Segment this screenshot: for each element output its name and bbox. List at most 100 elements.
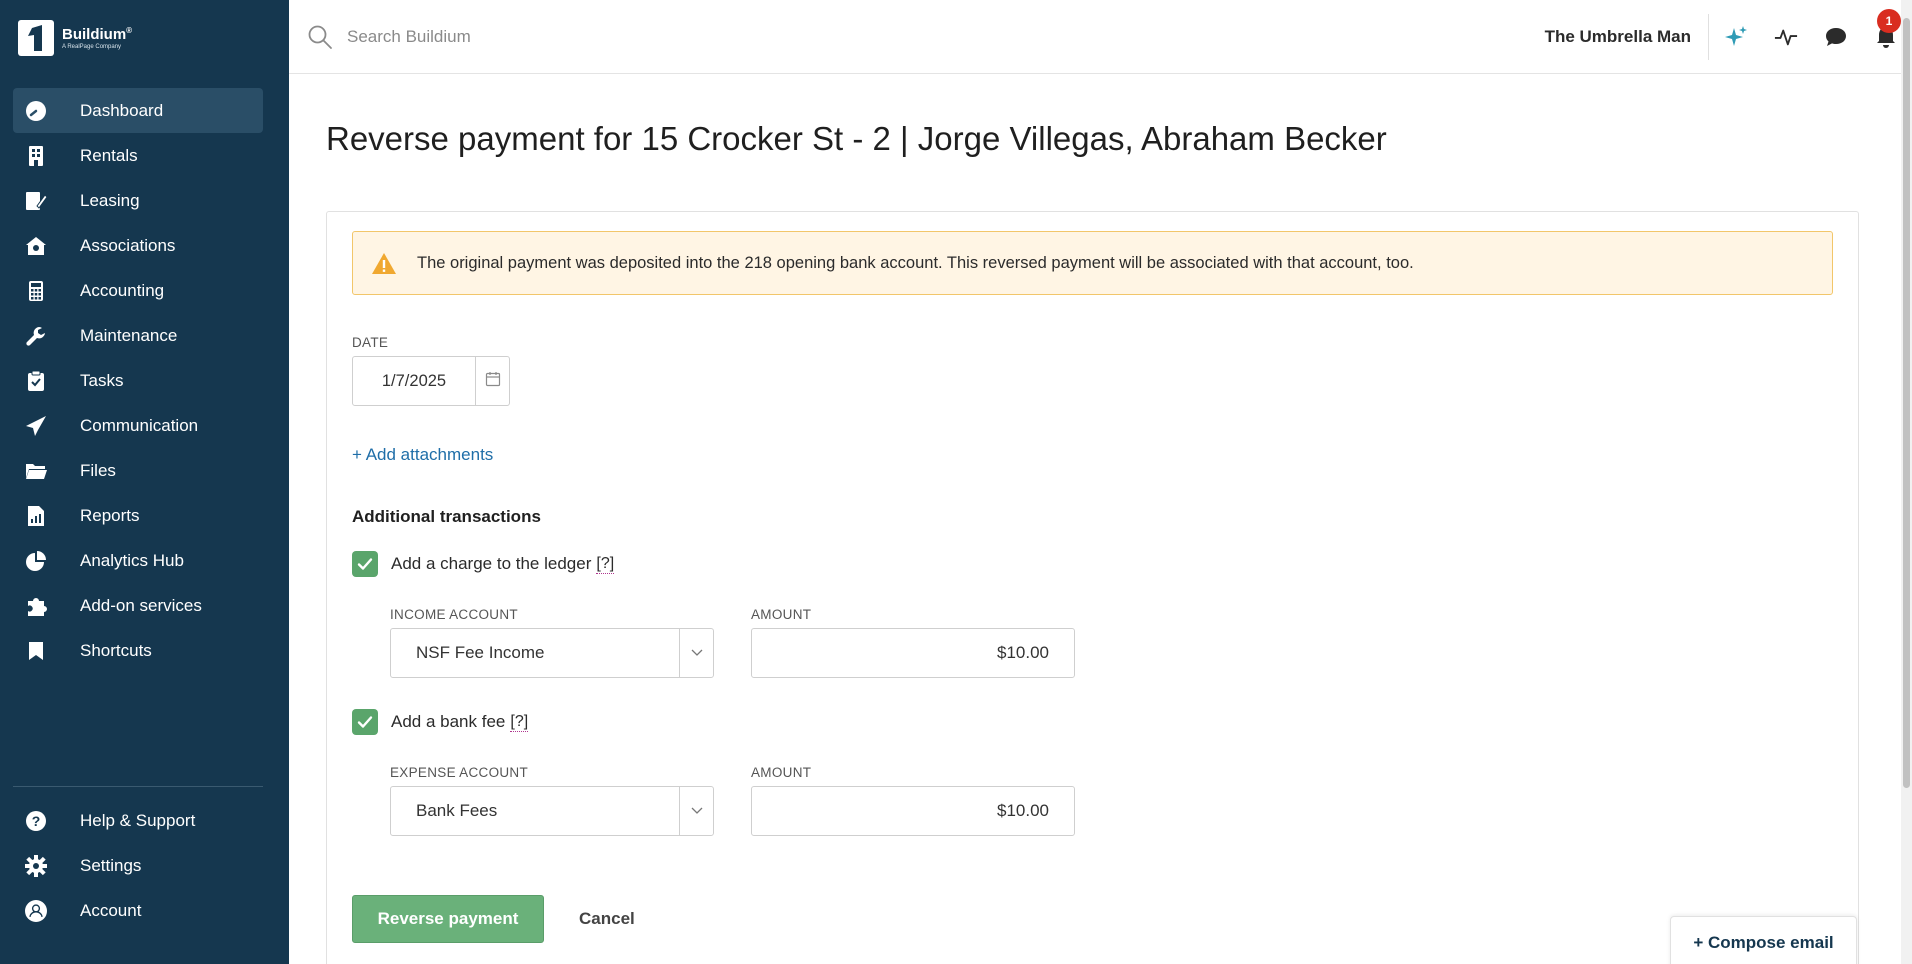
add-charge-row: Add a charge to the ledger [?] <box>352 551 615 577</box>
add-bank-fee-checkbox[interactable] <box>352 709 378 735</box>
sidebar-item-dashboard[interactable]: Dashboard <box>13 88 263 133</box>
page-scrollbar[interactable] <box>1901 0 1912 964</box>
sidebar-item-leasing[interactable]: Leasing <box>13 178 263 223</box>
folder-icon <box>25 460 47 482</box>
brand-registered: ® <box>126 25 133 35</box>
clipboard-icon <box>25 370 47 392</box>
org-name[interactable]: The Umbrella Man <box>1545 27 1691 47</box>
sidebar-item-label: Tasks <box>80 370 124 390</box>
additional-transactions-heading: Additional transactions <box>352 507 541 526</box>
association-icon <box>25 235 47 257</box>
bank-fee-amount-label: AMOUNT <box>751 765 812 780</box>
sidebar-item-shortcuts[interactable]: Shortcuts <box>13 628 263 673</box>
add-charge-help[interactable]: [?] <box>596 555 615 574</box>
notification-badge[interactable]: 1 <box>1877 9 1901 33</box>
buildium-logo[interactable]: Buildium® A RealPage Company <box>18 20 132 56</box>
calendar-button[interactable] <box>476 357 509 405</box>
add-charge-label[interactable]: Add a charge to the ledger <box>391 554 591 574</box>
sidebar-item-associations[interactable]: Associations <box>13 223 263 268</box>
sidebar-item-analytics-hub[interactable]: Analytics Hub <box>13 538 263 583</box>
sidebar-item-label: Analytics Hub <box>80 550 184 570</box>
ai-sparkle-icon[interactable] <box>1724 25 1748 49</box>
pie-chart-icon <box>25 550 47 572</box>
activity-icon[interactable] <box>1774 25 1798 49</box>
sidebar-item-label: Accounting <box>80 280 165 300</box>
sidebar-item-communication[interactable]: Communication <box>13 403 263 448</box>
cancel-button[interactable]: Cancel <box>579 909 635 929</box>
sidebar-bottom-nav: ? Help & Support Settings Account <box>13 798 263 933</box>
buildium-logo-icon <box>18 20 54 56</box>
megaphone-icon <box>25 415 47 437</box>
sidebar-item-label: Account <box>80 900 142 920</box>
svg-text:?: ? <box>32 813 41 829</box>
warning-icon <box>371 252 401 275</box>
sidebar-item-accounting[interactable]: Accounting <box>13 268 263 313</box>
dashboard-icon <box>25 100 47 122</box>
income-account-select[interactable]: NSF Fee Income <box>390 628 714 678</box>
alert-message: The original payment was deposited into … <box>417 253 1414 272</box>
brand-name: Buildium <box>62 25 127 43</box>
sidebar-item-reports[interactable]: Reports <box>13 493 263 538</box>
scroll-thumb[interactable] <box>1903 18 1910 788</box>
sidebar-item-label: Leasing <box>80 190 140 210</box>
calendar-icon <box>485 371 501 392</box>
reverse-payment-button[interactable]: Reverse payment <box>352 895 544 943</box>
sidebar-item-label: Reports <box>80 505 140 525</box>
form-card <box>326 211 1859 964</box>
sidebar-divider <box>13 786 263 787</box>
date-label: DATE <box>352 335 389 350</box>
building-icon <box>25 145 47 167</box>
deposit-warning-alert: The original payment was deposited into … <box>352 231 1833 295</box>
sidebar: Buildium® A RealPage Company Dashboard R… <box>0 0 289 964</box>
calculator-icon <box>25 280 47 302</box>
sidebar-item-settings[interactable]: Settings <box>13 843 263 888</box>
charge-amount-label: AMOUNT <box>751 607 812 622</box>
expense-account-value: Bank Fees <box>416 801 498 820</box>
checkmark-icon <box>357 716 373 728</box>
sidebar-item-tasks[interactable]: Tasks <box>13 358 263 403</box>
expense-account-label: EXPENSE ACCOUNT <box>390 765 529 780</box>
chevron-down-icon[interactable] <box>679 787 713 835</box>
top-bar: The Umbrella Man 1 <box>289 0 1901 74</box>
add-bank-fee-label[interactable]: Add a bank fee <box>391 712 505 732</box>
puzzle-icon <box>25 595 47 617</box>
add-bank-fee-help[interactable]: [?] <box>510 713 529 732</box>
sidebar-item-label: Associations <box>80 235 176 255</box>
wrench-icon <box>25 325 47 347</box>
user-icon <box>25 899 47 922</box>
search-icon <box>307 24 333 55</box>
add-attachments-link[interactable]: + Add attachments <box>352 445 493 465</box>
brand-sub: A RealPage Company <box>62 43 122 50</box>
date-input[interactable]: 1/7/2025 <box>353 357 476 405</box>
income-account-label: INCOME ACCOUNT <box>390 607 518 622</box>
sidebar-item-label: Files <box>80 460 116 480</box>
sidebar-item-label: Communication <box>80 415 199 435</box>
sidebar-item-add-on-services[interactable]: Add-on services <box>13 583 263 628</box>
chevron-down-icon[interactable] <box>679 629 713 677</box>
sidebar-item-account[interactable]: Account <box>13 888 263 933</box>
top-divider <box>1708 14 1709 60</box>
date-field[interactable]: 1/7/2025 <box>352 356 510 406</box>
sidebar-item-label: Rentals <box>80 145 138 165</box>
add-charge-checkbox[interactable] <box>352 551 378 577</box>
gear-icon <box>25 854 47 877</box>
chat-icon[interactable] <box>1824 25 1848 49</box>
bank-fee-amount-input[interactable]: $10.00 <box>751 786 1075 836</box>
bookmark-icon <box>25 640 47 662</box>
sidebar-item-label: Add-on services <box>80 595 202 615</box>
sidebar-item-files[interactable]: Files <box>13 448 263 493</box>
compose-email-button[interactable]: + Compose email <box>1670 916 1857 964</box>
expense-account-select[interactable]: Bank Fees <box>390 786 714 836</box>
sidebar-item-help-support[interactable]: ? Help & Support <box>13 798 263 843</box>
sidebar-item-rentals[interactable]: Rentals <box>13 133 263 178</box>
sidebar-item-label: Shortcuts <box>80 640 152 660</box>
search-input[interactable] <box>347 20 947 54</box>
charge-amount-input[interactable]: $10.00 <box>751 628 1075 678</box>
sidebar-nav: Dashboard Rentals Leasing Associations A… <box>13 88 263 673</box>
page-title: Reverse payment for 15 Crocker St - 2 | … <box>326 120 1387 157</box>
report-icon <box>25 505 47 527</box>
lease-icon <box>25 190 47 212</box>
sidebar-item-maintenance[interactable]: Maintenance <box>13 313 263 358</box>
sidebar-item-label: Settings <box>80 855 142 875</box>
add-bank-fee-row: Add a bank fee [?] <box>352 709 529 735</box>
